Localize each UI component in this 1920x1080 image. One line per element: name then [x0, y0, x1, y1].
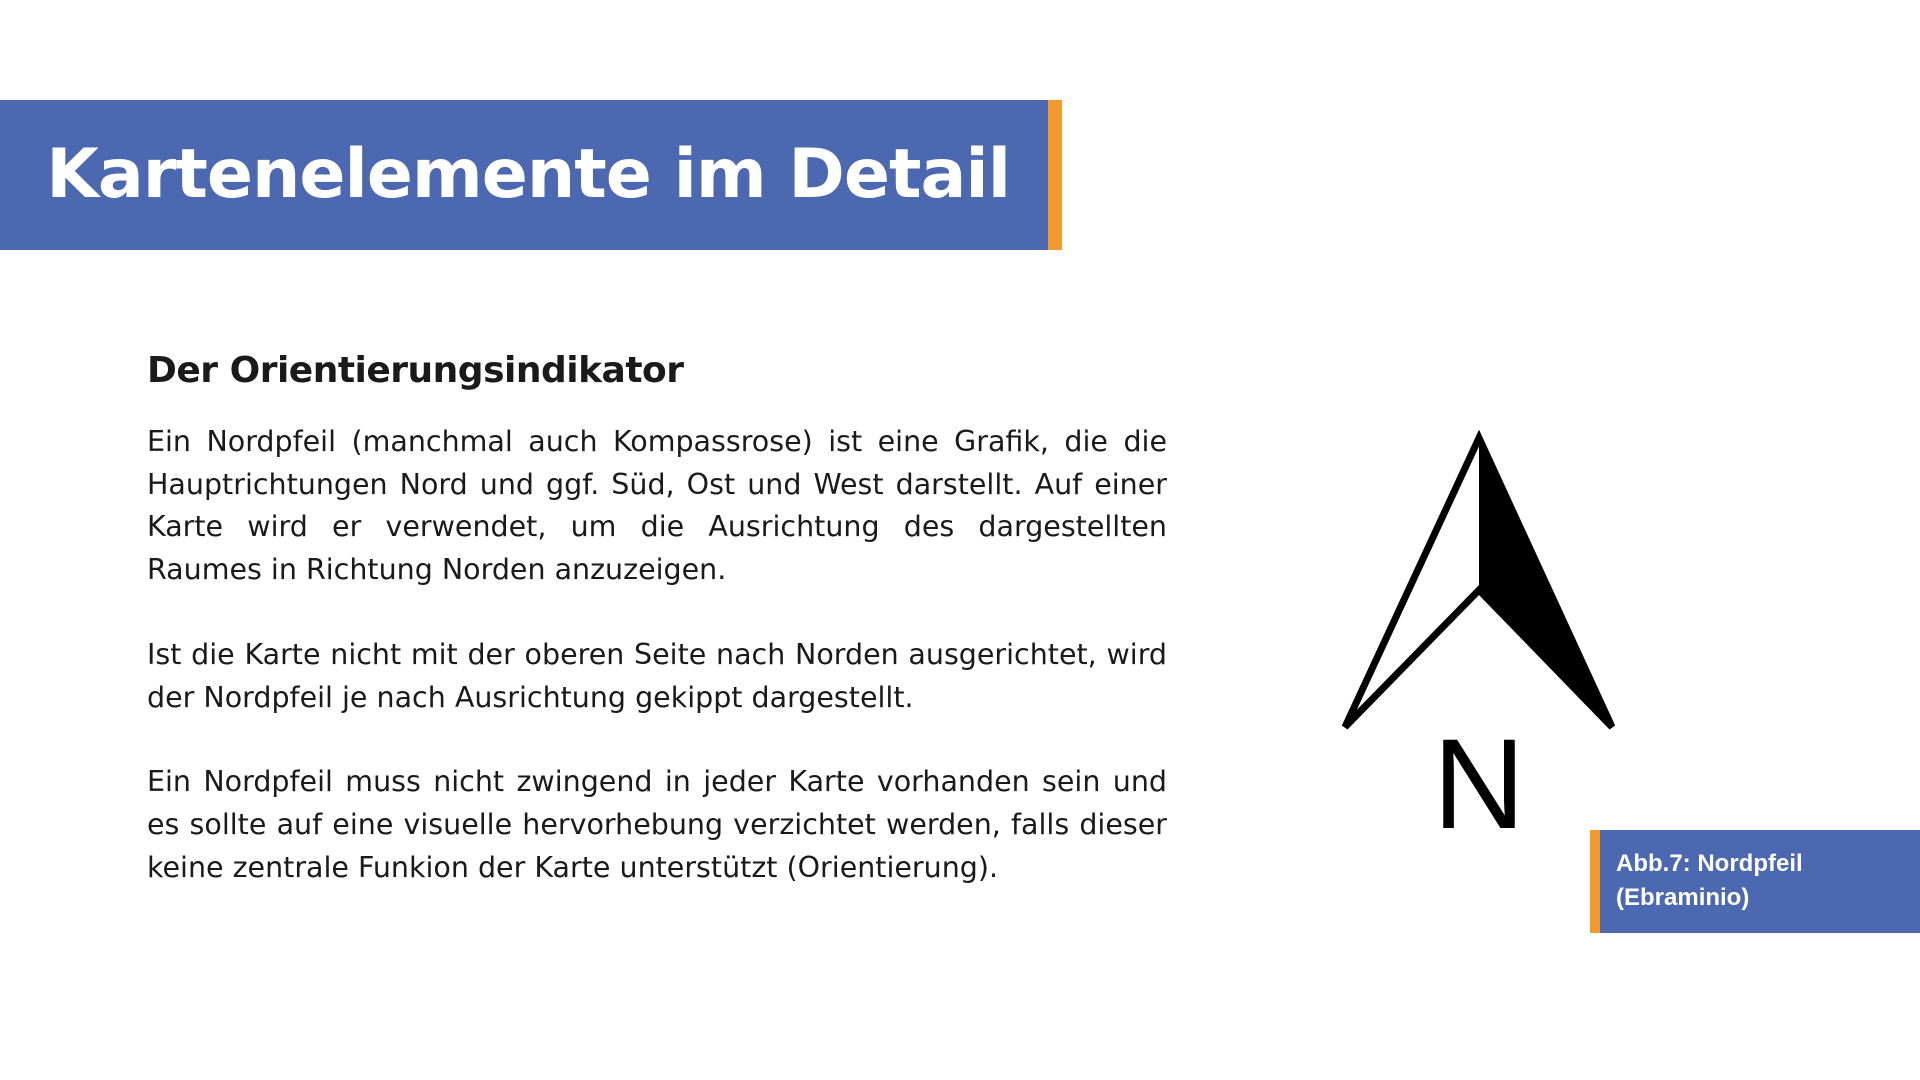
- paragraph-1: Ein Nordpfeil (manchmal auch Kompassrose…: [147, 425, 1167, 587]
- paragraph-3: Ein Nordpfeil muss nicht zwingend in jed…: [147, 765, 1167, 884]
- north-letter: N: [1433, 713, 1525, 850]
- figure-caption: Abb.7: Nordpfeil (Ebraminio): [1590, 830, 1920, 933]
- slide: Kartenelemente im Detail Der Orientierun…: [0, 0, 1920, 1080]
- caption-line-2: (Ebraminio): [1616, 884, 1750, 911]
- content-section: Der Orientierungsindikator Ein Nordpfeil…: [147, 350, 1167, 931]
- slide-title: Kartenelemente im Detail: [46, 135, 1011, 214]
- section-heading: Der Orientierungsindikator: [147, 350, 684, 391]
- north-arrow-icon: N: [1341, 430, 1616, 850]
- north-arrow-outline: [1341, 430, 1616, 730]
- caption-line-1: Abb.7: Nordpfeil: [1616, 850, 1803, 877]
- title-bar: Kartenelemente im Detail: [0, 100, 1062, 250]
- paragraph-2: Ist die Karte nicht mit der oberen Seite…: [147, 637, 1167, 714]
